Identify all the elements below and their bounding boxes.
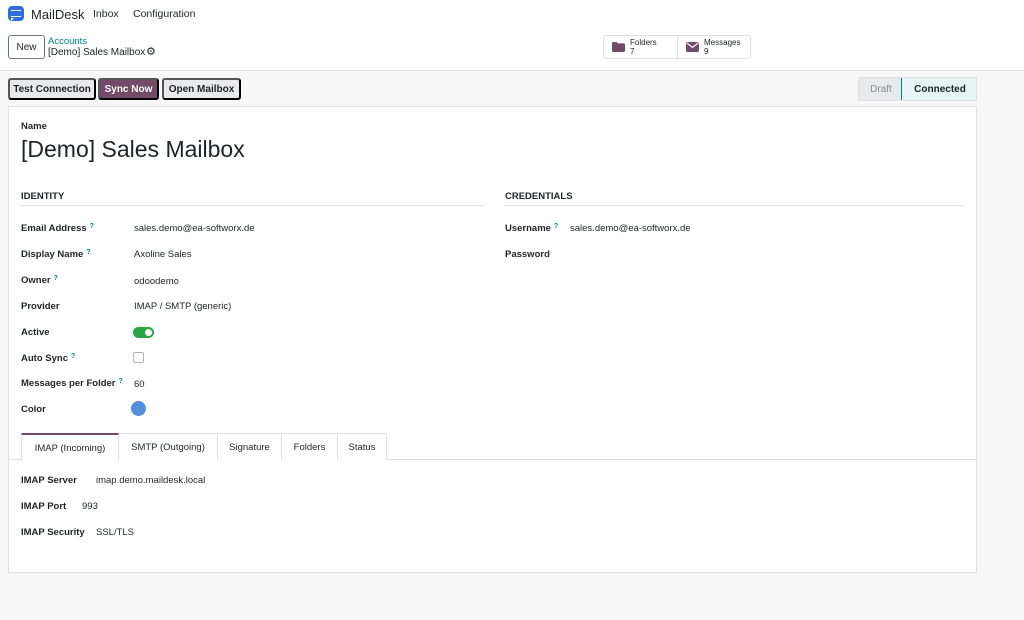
folders-smart-button[interactable]: Folders 7 <box>604 36 677 58</box>
imap-port-field[interactable]: 993 <box>82 501 98 512</box>
gear-icon[interactable]: ⚙ <box>146 47 156 58</box>
status-draft[interactable]: Draft <box>859 78 903 100</box>
email-address-label: Email Address? <box>21 223 94 234</box>
owner-field[interactable]: odoodemo <box>134 276 179 287</box>
menu-configuration[interactable]: Configuration <box>133 8 195 20</box>
imap-port-label: IMAP Port <box>21 501 67 512</box>
chat-bubble-icon[interactable] <box>8 6 24 21</box>
name-field[interactable]: [Demo] Sales Mailbox <box>21 136 245 163</box>
folder-icon <box>612 42 625 52</box>
sync-now-button[interactable]: Sync Now <box>98 78 159 100</box>
status-connected[interactable]: Connected <box>901 78 976 100</box>
messages-per-folder-label: Messages per Folder? <box>21 378 123 389</box>
form-sheet: Name [Demo] Sales Mailbox IDENTITY CREDE… <box>8 106 977 573</box>
provider-field[interactable]: IMAP / SMTP (generic) <box>134 301 231 312</box>
imap-security-label: IMAP Security <box>21 527 85 538</box>
username-field[interactable]: sales.demo@ea-softworx.de <box>570 223 691 234</box>
app-name[interactable]: MailDesk <box>31 7 84 22</box>
owner-label: Owner? <box>21 275 58 286</box>
color-picker[interactable] <box>131 401 146 416</box>
statusbar: Draft Connected <box>858 77 977 101</box>
help-icon[interactable]: ? <box>554 223 558 230</box>
help-icon[interactable]: ? <box>54 275 58 282</box>
display-name-field[interactable]: Axoline Sales <box>134 249 192 260</box>
help-icon[interactable]: ? <box>71 353 75 360</box>
top-navbar: MailDesk Inbox Configuration <box>0 0 1024 28</box>
display-name-label: Display Name? <box>21 249 91 260</box>
new-button[interactable]: New <box>8 35 45 59</box>
password-label: Password <box>505 249 550 260</box>
active-label: Active <box>21 327 50 338</box>
menu-inbox[interactable]: Inbox <box>93 8 119 20</box>
credentials-group-title: CREDENTIALS <box>505 191 965 206</box>
messages-per-folder-field[interactable]: 60 <box>134 379 145 390</box>
messages-label: Messages <box>704 38 741 47</box>
envelope-icon <box>686 42 699 52</box>
control-panel: New Accounts [Demo] Sales Mailbox ⚙ Fold… <box>0 28 1024 71</box>
name-label: Name <box>21 121 47 132</box>
breadcrumb-accounts[interactable]: Accounts <box>48 36 87 47</box>
imap-server-label: IMAP Server <box>21 475 77 486</box>
messages-count: 9 <box>704 47 709 56</box>
active-toggle[interactable] <box>133 327 154 338</box>
username-label: Username? <box>505 223 559 234</box>
open-mailbox-button[interactable]: Open Mailbox <box>162 78 241 100</box>
folders-count: 7 <box>630 47 635 56</box>
auto-sync-checkbox[interactable] <box>133 352 144 363</box>
messages-smart-button[interactable]: Messages 9 <box>677 36 750 58</box>
provider-label: Provider <box>21 301 60 312</box>
help-icon[interactable]: ? <box>86 249 90 256</box>
identity-group-title: IDENTITY <box>21 191 483 206</box>
breadcrumb-current: [Demo] Sales Mailbox <box>48 47 146 58</box>
imap-security-field[interactable]: SSL/TLS <box>96 527 134 538</box>
tab-imap-incoming[interactable]: IMAP (Incoming) <box>21 433 119 461</box>
auto-sync-label: Auto Sync? <box>21 353 76 364</box>
email-address-field[interactable]: sales.demo@ea-softworx.de <box>134 223 255 234</box>
help-icon[interactable]: ? <box>119 378 123 385</box>
tab-folders[interactable]: Folders <box>281 433 338 460</box>
help-icon[interactable]: ? <box>90 223 94 230</box>
imap-server-field[interactable]: imap.demo.maildesk.local <box>96 475 205 486</box>
tab-status[interactable]: Status <box>337 433 387 460</box>
test-connection-button[interactable]: Test Connection <box>8 78 96 100</box>
tab-smtp-outgoing[interactable]: SMTP (Outgoing) <box>118 433 218 460</box>
color-label: Color <box>21 404 46 415</box>
folders-label: Folders <box>630 38 657 47</box>
smart-buttons: Folders 7 Messages 9 <box>603 35 751 59</box>
tab-signature[interactable]: Signature <box>217 433 282 460</box>
